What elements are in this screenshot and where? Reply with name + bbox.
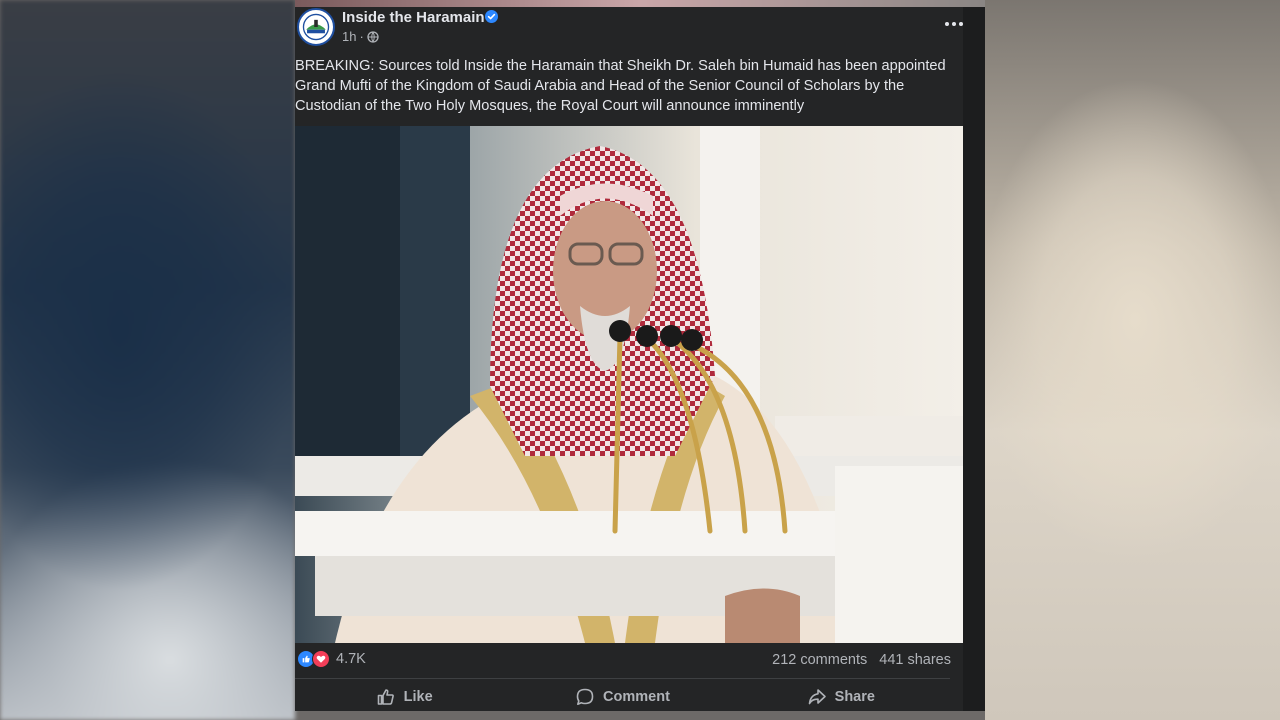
post-photo[interactable] xyxy=(295,126,963,643)
share-arrow-icon xyxy=(808,689,826,705)
facebook-post: Inside the Haramain 1h · BREAKING: Sourc… xyxy=(295,7,985,711)
post-actions-bar: Like Comment Share xyxy=(295,683,950,711)
dot xyxy=(945,22,949,26)
verified-badge-icon xyxy=(485,10,498,23)
love-reaction-icon xyxy=(312,650,330,668)
actions-divider xyxy=(295,678,950,679)
like-label: Like xyxy=(403,689,433,705)
thumbs-up-icon xyxy=(377,689,394,705)
background-blur-right xyxy=(985,0,1280,720)
reaction-count: 4.7K xyxy=(336,651,366,667)
comment-label: Comment xyxy=(603,689,670,705)
dot xyxy=(952,22,956,26)
meta-separator: · xyxy=(359,29,364,44)
share-label: Share xyxy=(834,689,875,705)
engagement-counts: 212 comments 441 shares xyxy=(772,652,951,668)
post-text: BREAKING: Sources told Inside the Harama… xyxy=(295,58,946,114)
reactions-summary[interactable]: 4.7K xyxy=(297,650,366,668)
background-strip xyxy=(295,0,985,7)
like-button[interactable]: Like xyxy=(295,683,513,711)
shares-count[interactable]: 441 shares xyxy=(879,652,951,668)
page-avatar[interactable] xyxy=(297,8,335,46)
post-meta: 1h · xyxy=(342,29,379,44)
background-blur-left xyxy=(0,0,295,720)
page-name[interactable]: Inside the Haramain xyxy=(342,9,485,26)
comment-bubble-icon xyxy=(576,688,594,705)
comment-button[interactable]: Comment xyxy=(513,683,731,711)
share-button[interactable]: Share xyxy=(732,683,950,711)
comments-count[interactable]: 212 comments xyxy=(772,652,867,668)
globe-icon xyxy=(367,30,379,43)
scroll-rail xyxy=(963,7,985,711)
post-timestamp[interactable]: 1h xyxy=(342,29,356,44)
